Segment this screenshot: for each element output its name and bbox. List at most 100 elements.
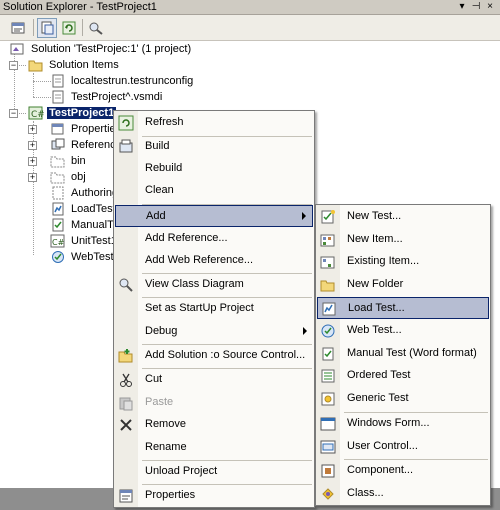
tree-item-label: bin: [71, 155, 86, 167]
view-class-diagram-tool-button[interactable]: [86, 18, 106, 38]
svg-text:C#: C#: [31, 110, 44, 120]
menu-item-clean[interactable]: Clean: [115, 180, 313, 202]
references-icon: [50, 138, 66, 152]
submenu-item-new-item[interactable]: New Item...: [317, 229, 489, 251]
menu-item-build[interactable]: Build: [115, 136, 313, 158]
window-position-dropdown-button[interactable]: ▾: [456, 1, 468, 13]
submenu-item-ordered-test[interactable]: Ordered Test: [317, 365, 489, 387]
tree-item-unittest1[interactable]: C# UnitTest1.: [50, 233, 122, 249]
submenu-item-new-folder[interactable]: New Folder: [317, 274, 489, 296]
existing-item-icon: [320, 254, 336, 270]
build-icon: [118, 139, 134, 155]
tree-item-obj[interactable]: obj: [50, 169, 88, 185]
submenu-arrow-icon: [303, 327, 307, 335]
project-collapse-toggle[interactable]: −: [9, 109, 18, 118]
tree-item-solution-items[interactable]: Solution Items: [28, 57, 121, 73]
test-project-icon: C#: [28, 106, 44, 120]
tree-item-vsmdi[interactable]: TestProject^.vsmdi: [50, 89, 164, 105]
properties-folder-icon: [50, 122, 66, 136]
menu-item-paste[interactable]: Paste: [115, 392, 313, 414]
properties-expand-toggle[interactable]: +: [28, 125, 37, 134]
generic-test-icon: [320, 391, 336, 407]
menu-item-cut[interactable]: Cut: [115, 369, 313, 391]
load-test-icon: [50, 202, 66, 216]
submenu-arrow-icon: [302, 212, 306, 220]
project-label: TestProject1: [47, 107, 117, 119]
refresh-icon: [118, 115, 134, 131]
title-bar: Solution Explorer - TestProject1 ▾ ⊣ ×: [0, 0, 500, 15]
tree-item-webtest1[interactable]: WebTest1: [50, 249, 122, 265]
solution-items-label: Solution Items: [49, 59, 119, 71]
scissors-icon: [118, 372, 134, 388]
new-folder-icon: [320, 277, 336, 293]
submenu-item-web-test[interactable]: Web Test...: [317, 320, 489, 342]
component-icon: [320, 463, 336, 479]
show-all-files-icon: [41, 21, 54, 35]
submenu-item-load-test[interactable]: Load Test...: [317, 297, 489, 319]
submenu-item-component[interactable]: Component...: [317, 460, 489, 482]
properties-tool-button[interactable]: [8, 18, 28, 38]
bin-expand-toggle[interactable]: +: [28, 157, 37, 166]
menu-item-unload-project[interactable]: Unload Project: [115, 461, 313, 483]
menu-item-set-startup[interactable]: Set as StartUp Project: [115, 298, 313, 320]
submenu-item-new-test[interactable]: New Test...: [317, 206, 489, 228]
submenu-item-windows-form[interactable]: Windows Form...: [317, 413, 489, 435]
refresh-icon: [62, 21, 76, 35]
class-diagram-icon: [118, 277, 134, 293]
class-icon: [320, 486, 336, 502]
load-test-icon: [321, 301, 337, 317]
submenu-item-user-control[interactable]: User Control...: [317, 436, 489, 458]
menu-item-view-class-diagram[interactable]: View Class Diagram: [115, 274, 313, 296]
window-title: Solution Explorer - TestProject1: [3, 1, 157, 13]
show-all-files-button[interactable]: [37, 18, 57, 38]
config-file-icon: [50, 74, 66, 88]
properties-icon: [11, 22, 25, 34]
obj-expand-toggle[interactable]: +: [28, 173, 37, 182]
solution-items-collapse-toggle[interactable]: −: [9, 61, 18, 70]
file-label: TestProject^.vsmdi: [71, 91, 163, 103]
test-metadata-file-icon: [50, 90, 66, 104]
tree-item-solution[interactable]: Solution 'TestProjec:1' (1 project): [10, 41, 193, 57]
add-submenu: New Test... New Item... Existing Item...…: [315, 204, 491, 506]
solution-label: Solution 'TestProjec:1' (1 project): [31, 43, 192, 55]
windows-form-icon: [320, 416, 336, 432]
menu-item-add-web-reference[interactable]: Add Web Reference...: [115, 250, 313, 272]
menu-item-refresh[interactable]: Refresh: [115, 112, 313, 134]
menu-item-debug[interactable]: Debug: [115, 321, 313, 343]
close-button[interactable]: ×: [484, 1, 496, 13]
tree-item-testrunconfig[interactable]: localtestrun.testrunconfig: [50, 73, 195, 89]
submenu-item-existing-item[interactable]: Existing Item...: [317, 251, 489, 273]
svg-text:C#: C#: [52, 238, 65, 247]
submenu-item-manual-test-word[interactable]: Manual Test (Word format): [317, 343, 489, 365]
folder-icon: [50, 154, 66, 168]
menu-item-remove[interactable]: Remove: [115, 414, 313, 436]
references-expand-toggle[interactable]: +: [28, 141, 37, 150]
menu-item-add[interactable]: Add: [115, 205, 313, 227]
web-test-icon: [50, 250, 66, 264]
folder-icon: [50, 170, 66, 184]
new-test-icon: [320, 209, 336, 225]
tree-item-project[interactable]: C# TestProject1: [28, 105, 117, 121]
tree-item-bin[interactable]: bin: [50, 153, 88, 169]
project-context-menu: Refresh Build Rebuild Clean Add Add Refe…: [113, 110, 315, 508]
properties-icon: [118, 488, 134, 504]
solution-icon: [10, 42, 26, 56]
refresh-tool-button[interactable]: [59, 18, 79, 38]
user-control-icon: [320, 439, 336, 455]
web-test-icon: [320, 323, 336, 339]
submenu-item-generic-test[interactable]: Generic Test: [317, 388, 489, 410]
text-file-icon: [50, 186, 66, 200]
menu-item-properties[interactable]: Properties: [115, 485, 313, 507]
menu-item-rename[interactable]: Rename: [115, 437, 313, 459]
auto-hide-pin-button[interactable]: ⊣: [470, 1, 482, 13]
submenu-item-class[interactable]: Class...: [317, 483, 489, 505]
new-item-icon: [320, 232, 336, 248]
delete-x-icon: [118, 417, 134, 433]
csharp-file-icon: C#: [50, 234, 66, 248]
source-control-icon: [118, 348, 134, 364]
menu-item-add-to-source-control[interactable]: Add Solution :o Source Control...: [115, 345, 313, 367]
menu-item-add-reference[interactable]: Add Reference...: [115, 228, 313, 250]
folder-open-icon: [28, 58, 44, 72]
ordered-test-icon: [320, 368, 336, 384]
menu-item-rebuild[interactable]: Rebuild: [115, 158, 313, 180]
